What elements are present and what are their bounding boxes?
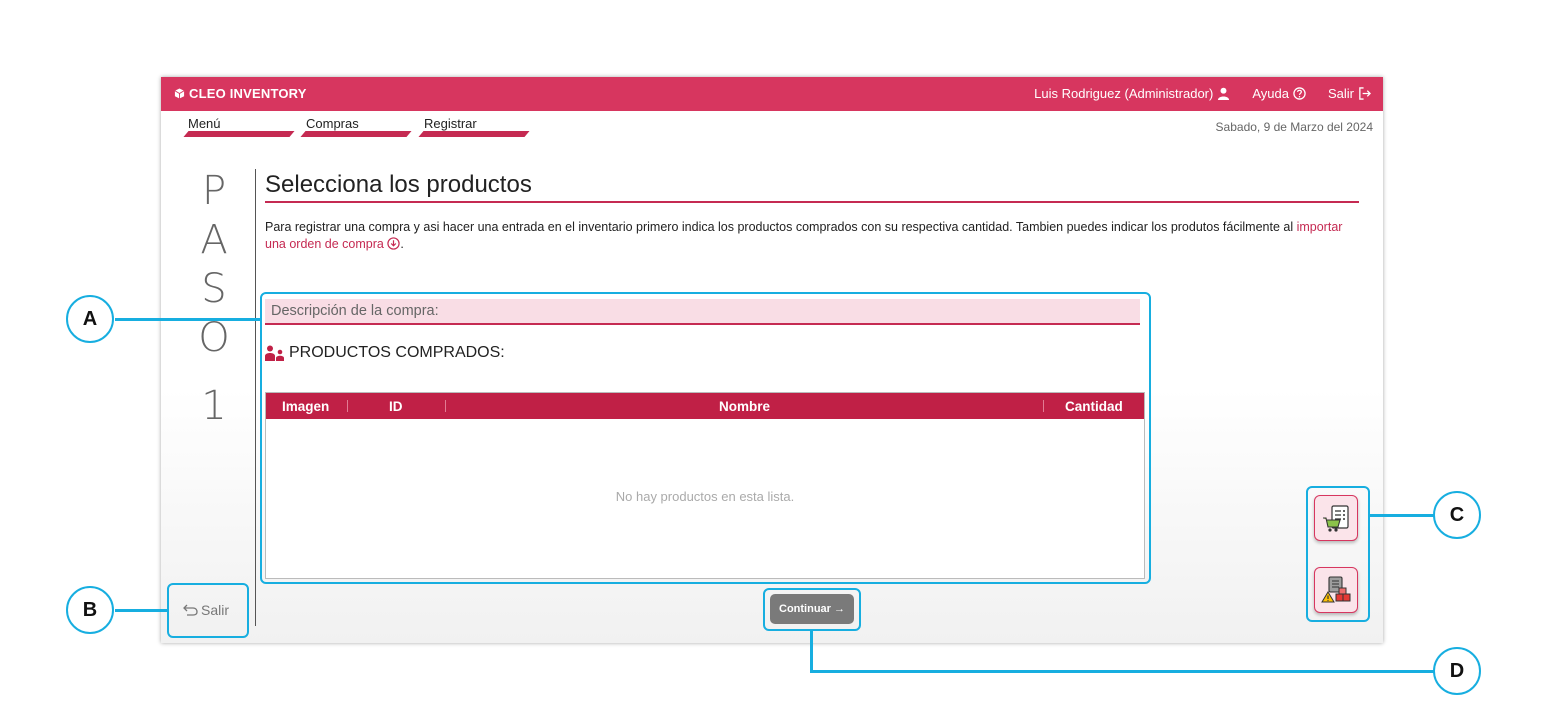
step-letter: A bbox=[200, 217, 228, 263]
step-divider bbox=[255, 169, 256, 626]
logout-icon bbox=[1359, 87, 1371, 100]
callout-d-box bbox=[763, 588, 861, 631]
breadcrumb-compras-bar bbox=[300, 131, 412, 137]
user-menu[interactable]: Luis Rodriguez (Administrador) bbox=[1034, 86, 1230, 101]
breadcrumb: Menú Compras Registrar bbox=[161, 113, 561, 143]
callout-b-box bbox=[167, 583, 249, 638]
step-letter: S bbox=[201, 266, 227, 312]
logout-link[interactable]: Salir bbox=[1328, 86, 1371, 101]
brand[interactable]: CLEO INVENTORY bbox=[174, 86, 307, 101]
callout-d-line-vertical bbox=[810, 630, 813, 672]
callout-a-box bbox=[260, 292, 1151, 584]
callout-a-marker: A bbox=[66, 295, 114, 343]
current-date: Sabado, 9 de Marzo del 2024 bbox=[1215, 120, 1373, 134]
cube-logo-icon bbox=[174, 88, 185, 99]
step-number: 1 bbox=[201, 383, 227, 429]
description-end: . bbox=[400, 237, 404, 251]
breadcrumb-registrar-bar bbox=[418, 131, 530, 137]
download-circle-icon bbox=[387, 237, 401, 250]
step-letter: P bbox=[201, 168, 227, 214]
callout-c-line bbox=[1369, 514, 1434, 517]
breadcrumb-registrar[interactable]: Registrar bbox=[424, 116, 477, 131]
question-circle-icon bbox=[1293, 87, 1306, 100]
description-text: Para registrar una compra y asi hacer un… bbox=[265, 220, 1294, 234]
step-letter: O bbox=[198, 315, 230, 361]
callout-b-marker: B bbox=[66, 586, 114, 634]
step-indicator: P A S O 1 bbox=[189, 167, 239, 431]
callout-d-marker: D bbox=[1433, 647, 1481, 695]
callout-d-line-horizontal bbox=[810, 670, 1434, 673]
callout-c-box bbox=[1306, 486, 1370, 622]
top-bar: CLEO INVENTORY Luis Rodriguez (Administr… bbox=[161, 77, 1383, 111]
help-link[interactable]: Ayuda bbox=[1252, 86, 1306, 101]
callout-c-marker: C bbox=[1433, 491, 1481, 539]
page-title: Selecciona los productos bbox=[265, 171, 532, 198]
title-underline bbox=[265, 201, 1359, 203]
breadcrumb-menu-bar bbox=[183, 131, 295, 137]
user-name: Luis Rodriguez (Administrador) bbox=[1034, 86, 1214, 101]
brand-name: CLEO INVENTORY bbox=[189, 86, 307, 101]
breadcrumb-compras[interactable]: Compras bbox=[306, 116, 359, 131]
callout-a-line bbox=[115, 318, 261, 321]
callout-b-line bbox=[115, 609, 168, 612]
page-description: Para registrar una compra y asi hacer un… bbox=[265, 219, 1345, 253]
logout-label: Salir bbox=[1327, 86, 1354, 101]
help-label: Ayuda bbox=[1252, 86, 1289, 101]
breadcrumb-menu[interactable]: Menú bbox=[188, 116, 221, 131]
user-icon bbox=[1218, 87, 1230, 100]
